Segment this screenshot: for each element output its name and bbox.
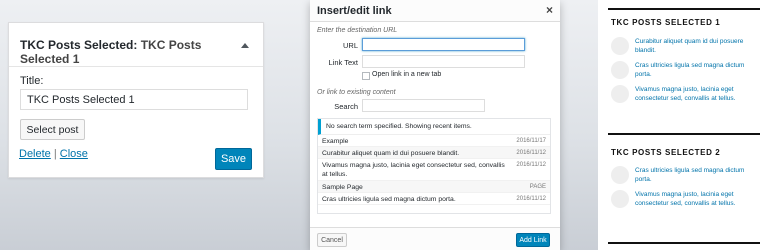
result-title: Cras ultricies ligula sed magna dictum p… [322,196,456,203]
result-row[interactable]: Example 2016/11/17 [318,135,550,147]
result-row[interactable]: Curabitur aliquet quam id dui posuere bl… [318,147,550,159]
widget-panel: TKC Posts Selected: TKC Posts Selected 1… [8,22,264,178]
sidebar-preview: TKC POSTS SELECTED 1 Curabitur aliquet q… [598,0,772,250]
link-text-input[interactable] [362,55,525,68]
result-title: Sample Page [322,184,363,191]
url-label: URL [342,41,358,50]
post-thumbnail [611,85,629,103]
modal-footer: Cancel Add Link [310,227,560,250]
delete-link[interactable]: Delete [19,148,51,160]
sidebar-post-item[interactable]: Vivamus magna justo, lacinia eget consec… [611,85,761,107]
search-label: Search [334,102,358,111]
post-link[interactable]: Curabitur aliquet quam id dui posuere bl… [635,37,759,55]
results-list: No search term specified. Showing recent… [317,118,551,214]
sidebar-post-item[interactable]: Cras ultricies ligula sed magna dictum p… [611,61,761,83]
result-date: 2016/11/12 [516,162,546,168]
url-input[interactable] [362,38,525,51]
separator: | [53,148,57,160]
title-label: Title: [20,75,44,87]
post-thumbnail [611,61,629,79]
result-date: 2016/11/17 [516,138,546,144]
sidebar-post-item[interactable]: Cras ultricies ligula sed magna dictum p… [611,166,761,188]
close-link[interactable]: Close [60,148,88,160]
title-input[interactable] [20,89,248,110]
search-input[interactable] [362,99,485,112]
result-title: Example [322,138,349,145]
result-title: Vivamus magna justo, lacinia eget consec… [322,162,505,178]
result-date: 2016/11/12 [516,196,546,202]
existing-content-instruction: Or link to existing content [317,89,396,96]
save-button[interactable]: Save [215,148,252,170]
result-date: 2016/11/12 [516,150,546,156]
collapse-arrow-icon[interactable] [241,43,249,48]
divider [608,133,760,135]
sidebar-widget-title: TKC POSTS SELECTED 2 [611,148,721,157]
cancel-button[interactable]: Cancel [317,233,347,247]
result-row[interactable]: Sample Page PAGE [318,181,550,193]
new-tab-checkbox[interactable] [362,72,370,80]
destination-instruction: Enter the destination URL [317,27,398,34]
select-post-button[interactable]: Select post [20,119,85,140]
result-row[interactable]: Vivamus magna justo, lacinia eget consec… [318,159,550,181]
add-link-button[interactable]: Add Link [516,233,550,247]
result-title: Curabitur aliquet quam id dui posuere bl… [322,150,460,157]
insert-link-modal: Insert/edit link × Enter the destination… [310,0,560,250]
widget-header[interactable]: TKC Posts Selected: TKC Posts Selected 1 [9,23,263,67]
results-notice: No search term specified. Showing recent… [318,119,550,135]
sidebar-post-item[interactable]: Curabitur aliquet quam id dui posuere bl… [611,37,761,59]
link-text-label: Link Text [328,58,358,67]
post-thumbnail [611,166,629,184]
post-thumbnail [611,190,629,208]
divider [608,8,760,10]
close-icon[interactable]: × [546,3,553,17]
result-type: PAGE [529,184,546,190]
sidebar-widget-title: TKC POSTS SELECTED 1 [611,18,721,27]
result-row[interactable]: Cras ultricies ligula sed magna dictum p… [318,193,550,205]
post-link[interactable]: Vivamus magna justo, lacinia eget consec… [635,85,759,103]
post-thumbnail [611,37,629,55]
post-link[interactable]: Cras ultricies ligula sed magna dictum p… [635,166,759,184]
divider [608,242,760,244]
modal-title: Insert/edit link [317,5,392,17]
widget-actions: Delete | Close [19,148,88,160]
new-tab-label: Open link in a new tab [372,71,442,78]
sidebar-post-item[interactable]: Vivamus magna justo, lacinia eget consec… [611,190,761,212]
post-link[interactable]: Cras ultricies ligula sed magna dictum p… [635,61,759,79]
modal-header: Insert/edit link × [310,0,560,22]
post-link[interactable]: Vivamus magna justo, lacinia eget consec… [635,190,759,208]
widget-header-prefix: TKC Posts Selected: [20,38,138,52]
